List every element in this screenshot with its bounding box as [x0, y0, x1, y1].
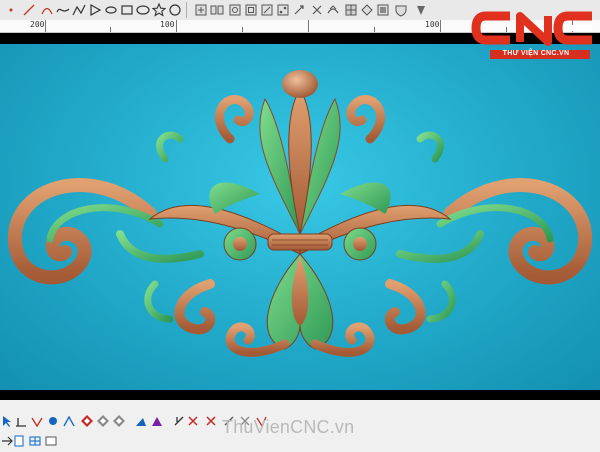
warp-icon[interactable]	[30, 413, 44, 428]
curve-icon[interactable]	[72, 3, 86, 17]
mirror-icon[interactable]	[210, 3, 224, 17]
document-icon[interactable]	[12, 433, 26, 447]
cut-icon[interactable]	[172, 413, 186, 427]
grid-icon[interactable]	[28, 433, 42, 447]
ruler-label: 100	[425, 20, 440, 29]
offset-icon[interactable]	[244, 3, 258, 17]
node-icon[interactable]	[276, 3, 290, 17]
array-icon[interactable]	[360, 3, 374, 17]
array-icon[interactable]	[228, 3, 242, 17]
ruler-label: 200	[30, 20, 45, 29]
move-icon[interactable]	[194, 3, 208, 17]
circle-icon[interactable]	[168, 3, 182, 17]
layer-icon[interactable]	[376, 3, 390, 17]
cnc-logo: THƯ VIỆN CNC.VN	[470, 8, 598, 60]
triangle-icon[interactable]	[88, 3, 102, 17]
relief-icon[interactable]	[134, 413, 148, 427]
shaded-view-icon[interactable]	[80, 413, 94, 427]
wire-view-icon[interactable]	[96, 413, 110, 427]
delete-icon[interactable]	[204, 413, 218, 427]
line-icon[interactable]	[22, 3, 36, 17]
curve-tool-icon[interactable]	[62, 413, 76, 427]
star-icon[interactable]	[152, 3, 166, 17]
oval-icon[interactable]	[136, 3, 150, 17]
scale-icon[interactable]	[292, 3, 306, 17]
shield-icon[interactable]	[394, 3, 408, 17]
sphere-icon[interactable]	[46, 413, 60, 427]
arc-icon[interactable]	[40, 3, 54, 17]
trim-icon[interactable]	[260, 3, 274, 17]
list-icon[interactable]	[44, 433, 58, 447]
point-icon[interactable]	[4, 3, 18, 17]
tool-icon[interactable]	[414, 3, 428, 17]
flat-view-icon[interactable]	[112, 413, 126, 427]
logo-caption: THƯ VIỆN CNC.VN	[502, 50, 570, 57]
polyline-icon[interactable]	[56, 3, 70, 17]
select-icon[interactable]	[0, 413, 14, 427]
fill-icon[interactable]	[344, 3, 358, 17]
erase-icon[interactable]	[186, 413, 200, 427]
logo-letters	[470, 8, 598, 48]
measure-icon[interactable]	[14, 413, 28, 427]
ruler-label: 100	[160, 20, 175, 29]
sculpt-icon[interactable]	[150, 413, 164, 427]
file-toolbar	[0, 430, 60, 450]
relief-canvas[interactable]	[0, 44, 600, 390]
carved-relief-image	[7, 70, 593, 357]
3d-viewport[interactable]	[0, 33, 600, 400]
smooth-icon[interactable]	[326, 3, 340, 17]
site-watermark: ThuVienCNC.vn	[222, 417, 355, 437]
ellipse-icon[interactable]	[104, 3, 118, 17]
rectangle-icon[interactable]	[120, 3, 134, 17]
rotate-icon[interactable]	[310, 3, 324, 17]
